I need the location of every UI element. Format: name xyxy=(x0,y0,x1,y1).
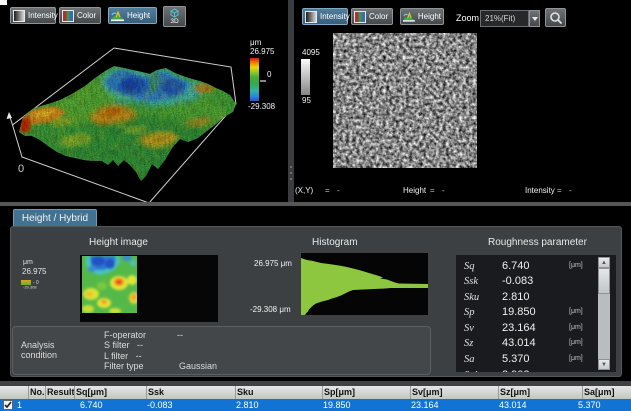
svg-text:0: 0 xyxy=(18,163,24,175)
